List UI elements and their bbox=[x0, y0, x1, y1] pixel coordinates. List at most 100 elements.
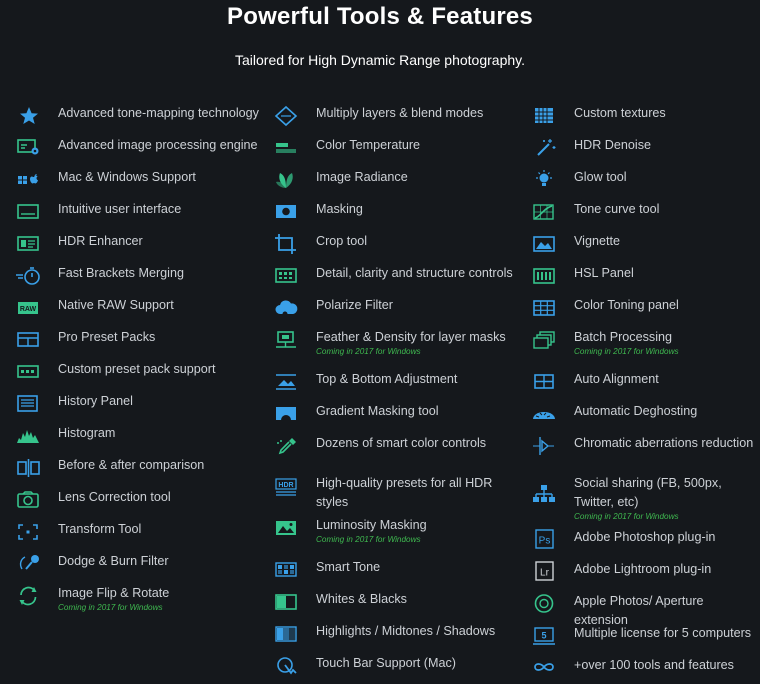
feature-label: Native RAW Support bbox=[58, 298, 174, 312]
radiance-icon bbox=[272, 168, 302, 192]
preset-packs-icon bbox=[14, 328, 44, 352]
feature-label: Dozens of smart color controls bbox=[316, 436, 487, 450]
hdr-presets-icon: HDR bbox=[272, 474, 302, 498]
feature-label: Chromatic aberrations reduction bbox=[574, 436, 754, 450]
feature-label: Masking bbox=[316, 202, 363, 216]
hsl-panel-icon bbox=[530, 264, 560, 288]
feature-label: Histogram bbox=[58, 426, 116, 440]
feature-label: Whites & Blacks bbox=[316, 592, 407, 606]
crop-icon bbox=[272, 232, 302, 256]
feature-label: Vignette bbox=[574, 234, 620, 248]
vignette-icon bbox=[530, 232, 560, 256]
feature-label: Multiple license for 5 computers bbox=[574, 626, 752, 640]
feature-label: Mac & Windows Support bbox=[58, 170, 196, 184]
gradient-mask-icon bbox=[272, 402, 302, 426]
page-title: Powerful Tools & Features bbox=[227, 3, 533, 30]
glow-bulb-icon bbox=[530, 168, 560, 192]
feature-label: Custom textures bbox=[574, 106, 666, 120]
feature-label: Adobe Lightroom plug-in bbox=[574, 562, 712, 576]
feature-label: Multiply layers & blend modes bbox=[316, 106, 484, 120]
whites-blacks-icon bbox=[272, 590, 302, 614]
feature-label-text: Social sharing (FB, 500px, Twitter, etc) bbox=[574, 476, 722, 509]
feature-label: Fast Brackets Merging bbox=[58, 266, 184, 280]
luminosity-mask-icon bbox=[272, 516, 302, 540]
feature-label: Touch Bar Support (Mac) bbox=[316, 656, 456, 670]
feature-label: Image Radiance bbox=[316, 170, 408, 184]
denoise-wand-icon bbox=[530, 136, 560, 160]
feature-label: Transform Tool bbox=[58, 522, 142, 536]
aperture-icon bbox=[530, 592, 560, 616]
feature-label: Automatic Deghosting bbox=[574, 404, 698, 418]
highlights-icon bbox=[272, 622, 302, 646]
feature-label: Custom preset pack support bbox=[58, 362, 216, 376]
feature-label: Image Flip & Rotate Coming in 2017 for Wi… bbox=[58, 584, 264, 613]
feature-label: Advanced image processing engine bbox=[58, 138, 258, 152]
coming-soon-note: Coming in 2017 for Windows bbox=[574, 512, 679, 521]
coming-soon-note: Coming in 2017 for Windows bbox=[316, 347, 421, 356]
feature-label: Detail, clarity and structure controls bbox=[316, 266, 513, 280]
feature-label: Advanced tone-mapping technology bbox=[58, 106, 259, 120]
history-panel-icon bbox=[14, 392, 44, 416]
coming-soon-note: Coming in 2017 for Windows bbox=[574, 347, 679, 356]
feature-label-text: Batch Processing bbox=[574, 330, 673, 344]
chromatic-icon bbox=[530, 434, 560, 458]
license-icon: 5 bbox=[530, 624, 560, 648]
interface-icon bbox=[14, 200, 44, 224]
lr-icon-text: Lr bbox=[540, 568, 550, 579]
infinity-icon bbox=[530, 656, 560, 680]
feature-label: Lens Correction tool bbox=[58, 490, 171, 504]
color-temperature-icon bbox=[272, 136, 302, 160]
feature-label: Pro Preset Packs bbox=[58, 330, 156, 344]
batch-icon bbox=[530, 328, 560, 352]
feature-label: Batch Processing Coming in 2017 for Windo… bbox=[574, 328, 758, 357]
feature-label: HDR Enhancer bbox=[58, 234, 143, 248]
smart-tone-icon bbox=[272, 558, 302, 582]
feature-label: Top & Bottom Adjustment bbox=[316, 372, 458, 386]
color-toning-icon bbox=[530, 296, 560, 320]
feature-label: Glow tool bbox=[574, 170, 627, 184]
detail-controls-icon bbox=[272, 264, 302, 288]
feature-label: Smart Tone bbox=[316, 560, 381, 574]
feature-label: Auto Alignment bbox=[574, 372, 659, 386]
textures-icon bbox=[530, 104, 560, 128]
feature-label: Dodge & Burn Filter bbox=[58, 554, 169, 568]
screen-gear-icon bbox=[14, 136, 44, 160]
alignment-icon bbox=[530, 370, 560, 394]
feature-label: Adobe Photoshop plug-in bbox=[574, 530, 716, 544]
raw-icon: RAW bbox=[14, 296, 44, 320]
page-subtitle: Tailored for High Dynamic Range photogra… bbox=[234, 52, 525, 68]
feature-label-text: Feather & Density for layer masks bbox=[316, 330, 506, 344]
feature-label: Social sharing (FB, 500px, Twitter, etc)… bbox=[574, 474, 758, 522]
feature-label: Luminosity Masking Coming in 2017 for Win… bbox=[316, 516, 522, 545]
masking-icon bbox=[272, 200, 302, 224]
histogram-icon bbox=[14, 424, 44, 448]
feature-label: Color Toning panel bbox=[574, 298, 679, 312]
stopwatch-icon bbox=[14, 264, 44, 288]
feature-label: Gradient Masking tool bbox=[316, 404, 439, 418]
custom-preset-icon bbox=[14, 360, 44, 384]
top-bottom-icon bbox=[272, 370, 302, 394]
feature-label-text: Image Flip & Rotate bbox=[58, 586, 170, 600]
deghosting-icon bbox=[530, 402, 560, 426]
photoshop-icon: Ps bbox=[530, 528, 560, 552]
lightroom-icon: Lr bbox=[530, 560, 560, 584]
eyedropper-icon bbox=[272, 434, 302, 458]
feature-label: HDR Denoise bbox=[574, 138, 651, 152]
feature-label: Highlights / Midtones / Shadows bbox=[316, 624, 496, 638]
feature-label: HSL Panel bbox=[574, 266, 634, 280]
feature-label: Crop tool bbox=[316, 234, 368, 248]
feature-label: Intuitive user interface bbox=[58, 202, 182, 216]
transform-icon bbox=[14, 520, 44, 544]
feature-label: History Panel bbox=[58, 394, 133, 408]
lens-correction-icon bbox=[14, 488, 44, 512]
ps-icon-text: Ps bbox=[539, 536, 551, 547]
feature-label: Feather & Density for layer masks Coming … bbox=[316, 328, 522, 357]
feature-label: High-quality presets for all HDR styles bbox=[316, 476, 493, 509]
tone-curve-icon bbox=[530, 200, 560, 224]
coming-soon-note: Coming in 2017 for Windows bbox=[58, 603, 163, 612]
windows-apple-icon bbox=[14, 168, 44, 192]
touch-bar-icon bbox=[272, 654, 302, 678]
feature-label: Polarize Filter bbox=[316, 298, 393, 312]
feature-label: +over 100 tools and features bbox=[574, 658, 734, 672]
license-icon-text: 5 bbox=[541, 631, 546, 641]
